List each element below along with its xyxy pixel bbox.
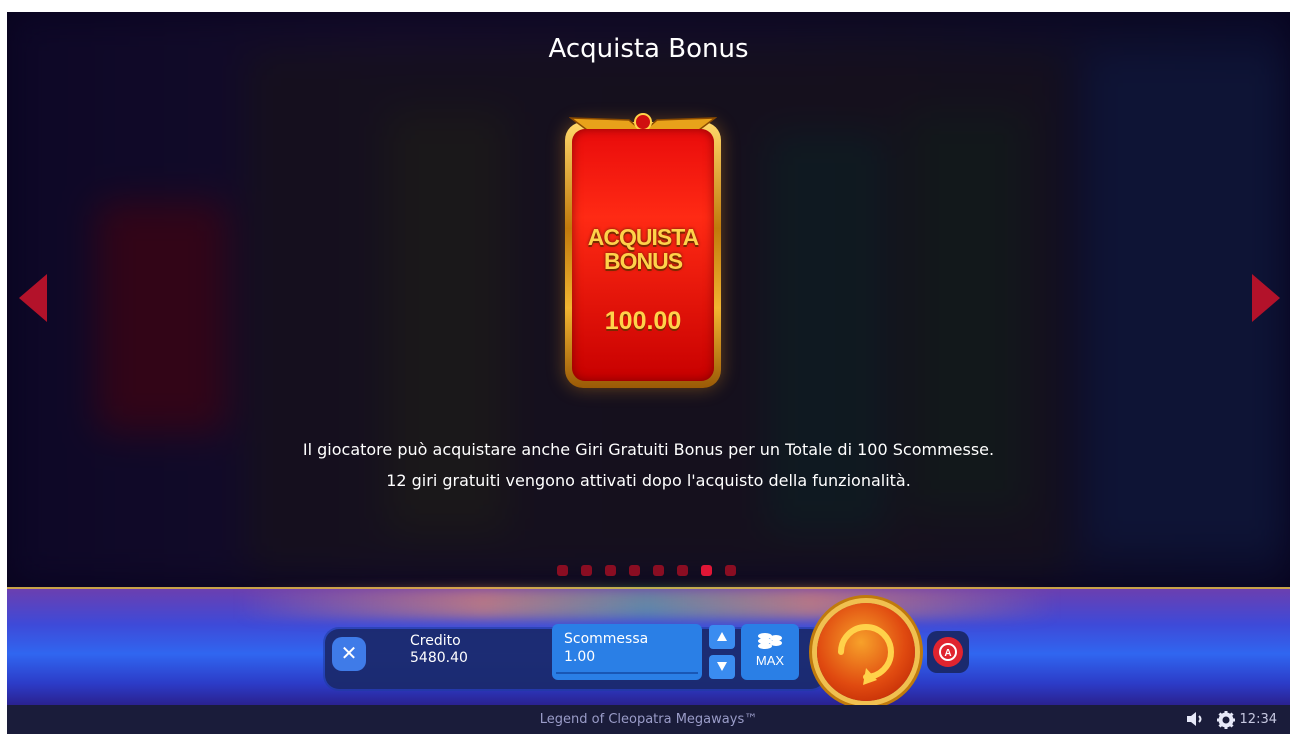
spin-icon — [838, 624, 894, 685]
coins-icon — [758, 633, 782, 649]
pagination-dot[interactable] — [677, 565, 688, 576]
close-button[interactable]: ✕ — [332, 637, 366, 671]
max-label: MAX — [755, 653, 785, 668]
status-bar: Legend of Cleopatra Megaways™ 12:34 — [7, 705, 1290, 734]
card-label-line1: ACQUISTA — [587, 224, 699, 250]
gear-icon[interactable] — [1217, 711, 1235, 729]
close-icon: ✕ — [340, 643, 358, 665]
autoplay-icon: A — [933, 637, 963, 667]
bet-label: Scommessa — [564, 631, 649, 647]
bet-value: 1.00 — [564, 649, 596, 665]
arrow-up-icon — [717, 632, 727, 641]
sound-icon[interactable] — [1186, 711, 1206, 727]
description: Il giocatore può acquistare anche Giri G… — [7, 434, 1290, 496]
autoplay-button[interactable]: A — [927, 631, 969, 673]
pagination-dot[interactable] — [557, 565, 568, 576]
bet-decrease-button[interactable] — [709, 655, 735, 679]
reel-glow — [237, 589, 1057, 619]
bet-field[interactable]: Scommessa 1.00 — [552, 624, 702, 680]
card-label: ACQUISTA BONUS — [572, 225, 714, 273]
arrow-down-icon — [717, 662, 727, 671]
dialog-title: Acquista Bonus — [548, 34, 749, 64]
pagination-dot[interactable] — [701, 565, 712, 576]
game-stage: Acquista Bonus ACQUISTA BONUS 100.00 Il … — [7, 12, 1290, 734]
buy-bonus-card[interactable]: ACQUISTA BONUS 100.00 — [565, 113, 721, 388]
arrow-left-icon[interactable] — [19, 274, 47, 322]
pagination-dots — [557, 565, 736, 576]
svg-text:A: A — [944, 648, 951, 659]
control-bar: ✕ Credito 5480.40 Scommessa 1.00 MAX A — [7, 587, 1290, 707]
clock: 12:34 — [1239, 712, 1277, 727]
credit-display: Credito 5480.40 — [410, 633, 468, 667]
credit-label: Credito — [410, 633, 461, 649]
pagination-dot[interactable] — [653, 565, 664, 576]
spin-button[interactable] — [817, 603, 915, 701]
pagination-dot[interactable] — [725, 565, 736, 576]
card-label-line2: BONUS — [603, 248, 683, 274]
game-name: Legend of Cleopatra Megaways™ — [539, 712, 758, 727]
card-face: ACQUISTA BONUS 100.00 — [572, 129, 714, 381]
pagination-dot[interactable] — [605, 565, 616, 576]
card-price: 100.00 — [604, 307, 682, 335]
pagination-dot[interactable] — [581, 565, 592, 576]
credit-value: 5480.40 — [410, 650, 468, 666]
bet-increase-button[interactable] — [709, 625, 735, 649]
description-line1: Il giocatore può acquistare anche Giri G… — [302, 440, 995, 459]
description-line2: 12 giri gratuiti vengono attivati dopo l… — [386, 471, 911, 490]
pagination-dot[interactable] — [629, 565, 640, 576]
max-bet-button[interactable]: MAX — [741, 624, 799, 680]
arrow-right-icon[interactable] — [1252, 274, 1280, 322]
bet-underline — [556, 672, 698, 674]
